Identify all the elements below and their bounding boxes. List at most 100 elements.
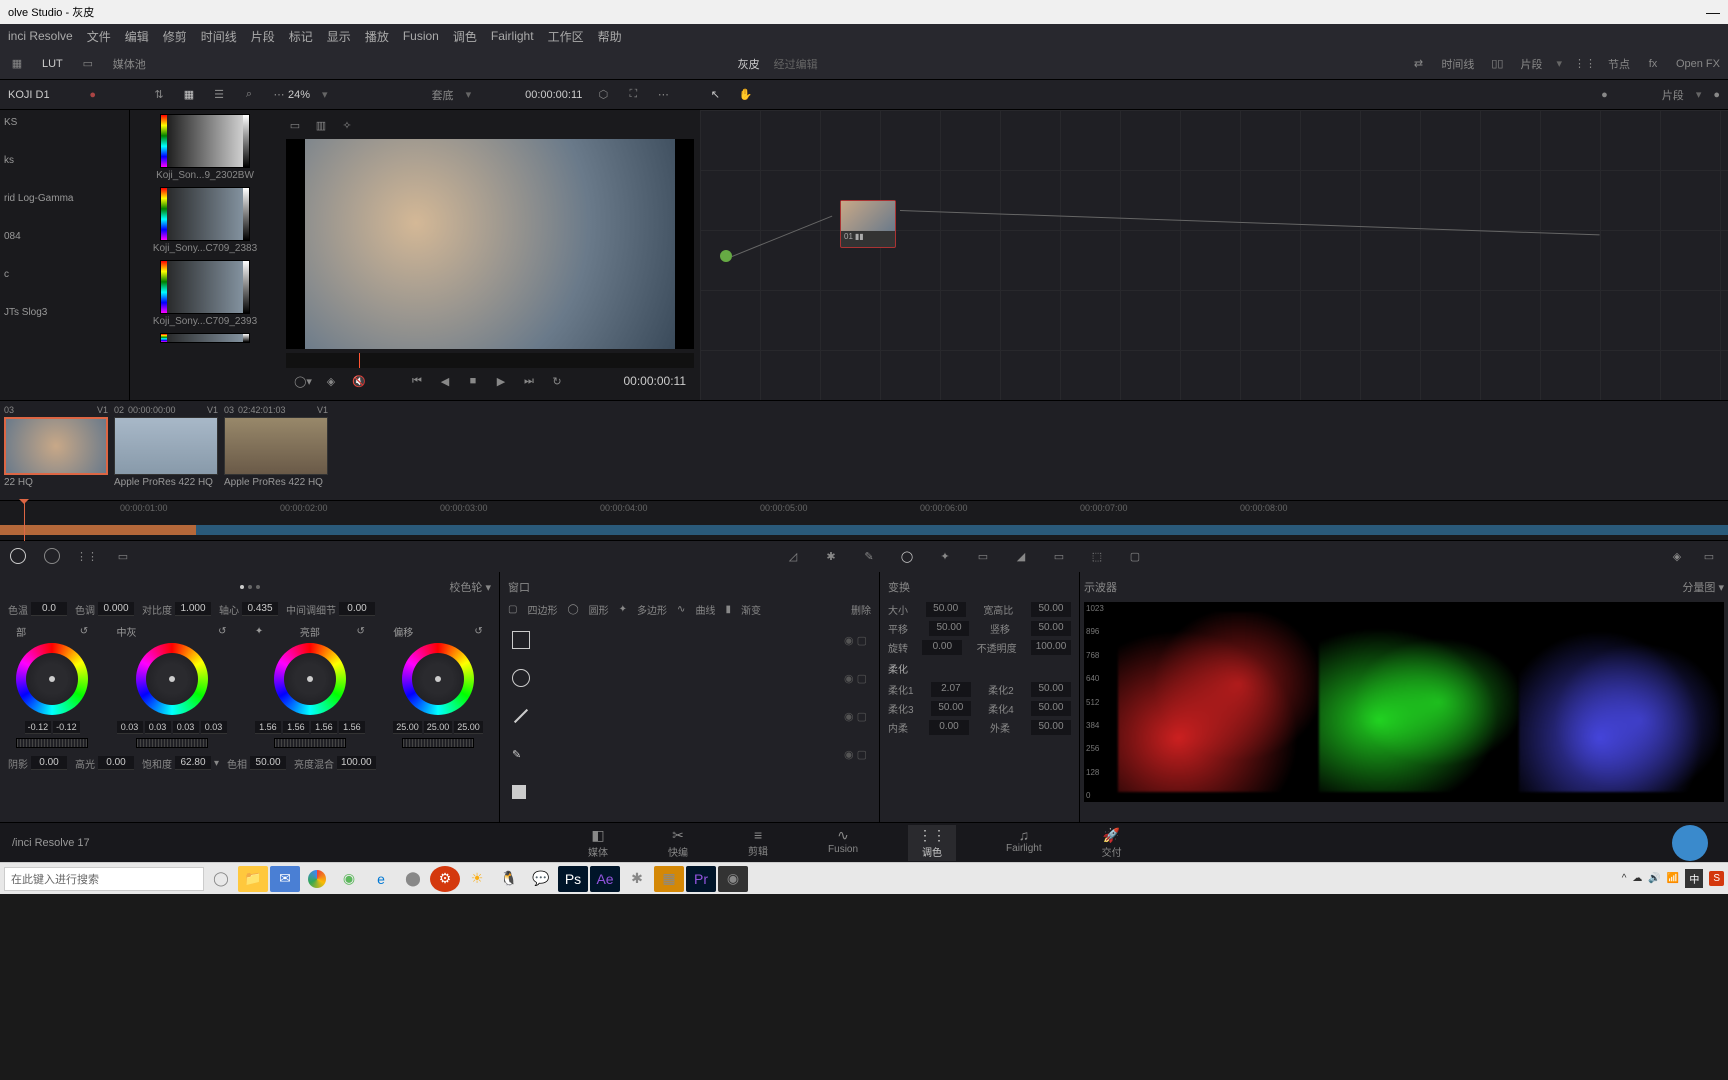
menu-item[interactable]: 编辑 <box>125 28 149 45</box>
task-icon[interactable]: ✱ <box>622 866 652 892</box>
color-node[interactable]: 01▮▮ <box>840 200 896 248</box>
tree-item[interactable]: KS <box>4 114 125 132</box>
reset-icon[interactable]: ↺ <box>80 626 88 637</box>
shape-tab[interactable]: 多边形 <box>637 602 667 617</box>
viewer-option-icon[interactable]: ▥ <box>312 116 330 134</box>
list-view-icon[interactable]: ☰ <box>210 86 228 104</box>
clip-item[interactable]: 03V1 22 HQ <box>4 405 108 496</box>
viewer-scrubber[interactable] <box>286 353 694 368</box>
nav-fairlight[interactable]: ♫Fairlight <box>996 825 1052 861</box>
task-icon[interactable]: ⚙ <box>430 866 460 892</box>
param-input[interactable]: 50.00 <box>1031 682 1071 697</box>
first-frame-icon[interactable]: ⏮ <box>408 372 426 390</box>
menu-item[interactable]: 片段 <box>251 28 275 45</box>
tool-icon[interactable]: ▭ <box>1700 548 1718 566</box>
loop-icon[interactable]: ◯▾ <box>294 372 312 390</box>
mediapool-icon[interactable]: ▭ <box>79 55 97 73</box>
mini-timeline[interactable]: 00:00:01:00 00:00:02:00 00:00:03:00 00:0… <box>0 500 1728 540</box>
task-icon[interactable]: ⬤ <box>398 866 428 892</box>
fit-dropdown[interactable]: 套底 <box>432 87 454 103</box>
reset-icon[interactable]: ↺ <box>474 626 482 637</box>
task-icon[interactable]: Ae <box>590 866 620 892</box>
param-input[interactable]: 0.00 <box>922 640 962 655</box>
param-input[interactable]: 0.00 <box>98 756 134 770</box>
lut-item[interactable]: Koji_Son...9_2302BW <box>134 114 276 181</box>
tray-icon[interactable]: 📶 <box>1667 873 1679 884</box>
stop-icon[interactable]: ■ <box>464 372 482 390</box>
prev-icon[interactable]: ◀ <box>436 372 454 390</box>
tool-icon[interactable]: ◈ <box>1668 548 1686 566</box>
nav-cut[interactable]: ✂快编 <box>658 825 698 861</box>
reset-icon[interactable]: ↺ <box>356 626 364 637</box>
shape-row[interactable]: ✎◉ ▢ <box>508 735 871 773</box>
play-icon[interactable]: ▶ <box>492 372 510 390</box>
nav-color[interactable]: ⋮⋮调色 <box>908 825 956 861</box>
param-input[interactable]: 62.80 <box>175 756 211 770</box>
param-input[interactable]: 50.00 <box>250 756 286 770</box>
nav-deliver[interactable]: 🚀交付 <box>1092 825 1132 861</box>
task-icon[interactable]: Pr <box>686 866 716 892</box>
home-button[interactable] <box>1672 825 1708 861</box>
reset-icon[interactable]: ↺ <box>218 626 226 637</box>
delete-button[interactable]: 删除 <box>851 602 871 617</box>
more-icon[interactable]: ⋯ <box>654 86 672 104</box>
param-input[interactable]: 50.00 <box>931 701 971 716</box>
menu-item[interactable]: 帮助 <box>598 28 622 45</box>
viewer-option-icon[interactable]: ▭ <box>286 116 304 134</box>
zoom-value[interactable]: 24% <box>288 89 310 101</box>
mediapool-button[interactable]: 媒体池 <box>113 56 146 72</box>
task-icon[interactable]: ◯ <box>206 866 236 892</box>
param-input[interactable]: 50.00 <box>929 621 969 636</box>
param-input[interactable]: 0.00 <box>929 720 969 735</box>
layers-icon[interactable]: ◈ <box>322 372 340 390</box>
param-input[interactable]: 0.000 <box>98 602 134 616</box>
task-icon[interactable]: ☀ <box>462 866 492 892</box>
param-input[interactable]: 0.435 <box>242 602 278 616</box>
hand-icon[interactable]: ✋ <box>736 86 754 104</box>
tool-icon[interactable]: ▢ <box>1126 548 1144 566</box>
menu-item[interactable]: 文件 <box>87 28 111 45</box>
param-input[interactable]: 50.00 <box>1031 602 1071 617</box>
timeline-button[interactable]: 时间线 <box>1441 56 1474 72</box>
scope-mode[interactable]: 分量图 <box>1682 582 1715 594</box>
clip-item[interactable]: 0200:00:00:00V1 Apple ProRes 422 HQ <box>114 405 218 496</box>
more-icon[interactable]: ⋯ <box>270 86 288 104</box>
tray-lang[interactable]: 中 <box>1685 869 1703 888</box>
nav-fusion[interactable]: ∿Fusion <box>818 825 868 861</box>
menu-item[interactable]: 调色 <box>453 28 477 45</box>
shape-tab[interactable]: 曲线 <box>695 602 715 617</box>
param-input[interactable]: 100.00 <box>1031 640 1071 655</box>
tool-icon[interactable]: ⋮⋮ <box>78 548 96 566</box>
menu-item[interactable]: 播放 <box>365 28 389 45</box>
curves-icon[interactable]: ◿ <box>784 548 802 566</box>
shape-tab[interactable]: 渐变 <box>741 602 761 617</box>
task-icon[interactable]: ◉ <box>334 866 364 892</box>
viewer-canvas[interactable] <box>286 139 694 349</box>
param-input[interactable]: 1.000 <box>175 602 211 616</box>
param-input[interactable]: 50.00 <box>1031 621 1071 636</box>
gain-wheel[interactable]: ✦亮部↺ 1.561.561.561.56 <box>255 624 365 748</box>
sizing-icon[interactable]: ▭ <box>1050 548 1068 566</box>
param-input[interactable]: 50.00 <box>1031 720 1071 735</box>
menu-item[interactable]: Fusion <box>403 29 439 43</box>
clip-item[interactable]: 0302:42:01:03V1 Apple ProRes 422 HQ <box>224 405 328 496</box>
nodes-button[interactable]: 节点 <box>1608 56 1630 72</box>
expand-icon[interactable]: ⛶ <box>624 86 642 104</box>
wheels-mode[interactable]: 校色轮 <box>449 582 482 594</box>
tool-icon[interactable]: ✱ <box>822 548 840 566</box>
node-editor[interactable]: 01▮▮ <box>700 110 1728 400</box>
menu-item[interactable]: 时间线 <box>201 28 237 45</box>
search-icon[interactable]: ⌕ <box>240 86 258 104</box>
system-tray[interactable]: ^ ☁ 🔊 📶 中 S <box>1622 869 1724 888</box>
magic-icon[interactable]: ✧ <box>338 116 356 134</box>
param-input[interactable]: 0.0 <box>31 602 67 616</box>
param-input[interactable]: 0.00 <box>31 756 67 770</box>
nav-media[interactable]: ◧媒体 <box>578 825 618 861</box>
clips-icon[interactable]: ▯▯ <box>1488 55 1506 73</box>
lut-button[interactable]: LUT <box>42 58 63 70</box>
gamma-wheel[interactable]: 中灰↺ 0.030.030.030.03 <box>117 624 227 748</box>
tree-item[interactable]: rid Log-Gamma <box>4 190 125 208</box>
timeline-icon[interactable]: ⇄ <box>1409 55 1427 73</box>
shape-tab[interactable]: 四边形 <box>527 602 557 617</box>
last-frame-icon[interactable]: ⏭ <box>520 372 538 390</box>
